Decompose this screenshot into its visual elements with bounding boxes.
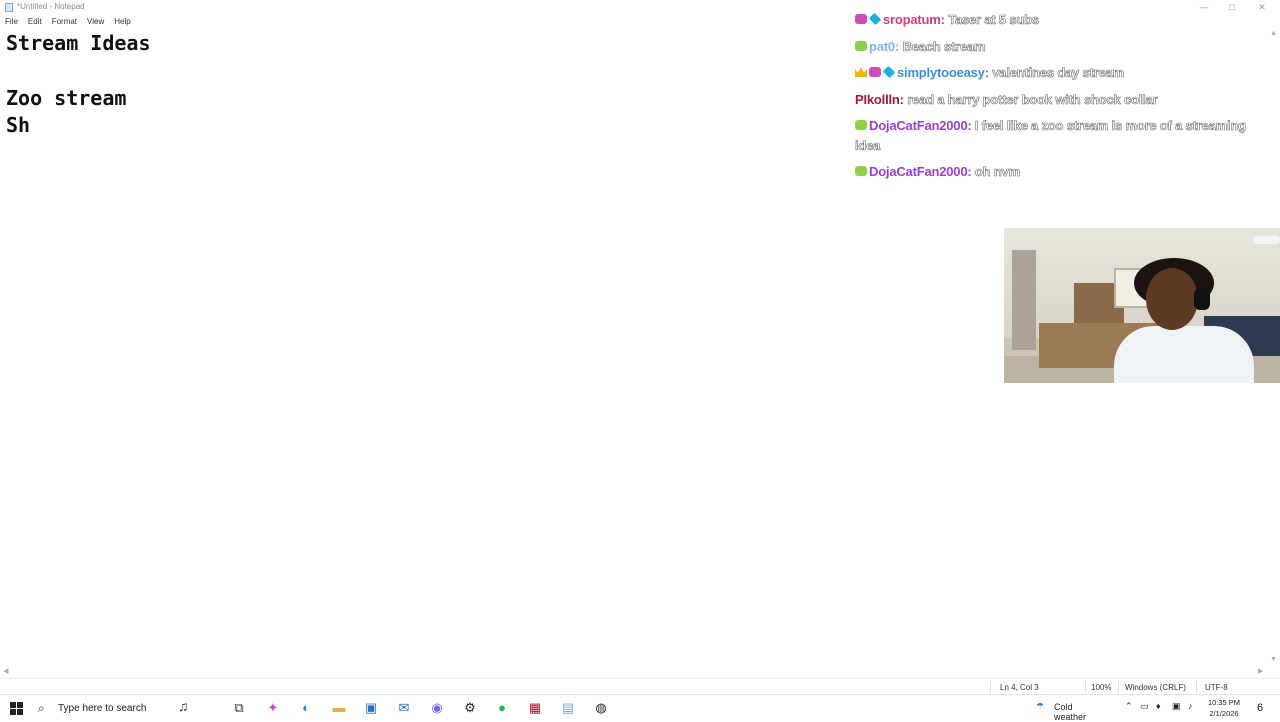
chat-colon: : (967, 118, 972, 133)
chat-message: PIkollln: read a harry potter book with … (855, 90, 1250, 110)
streamer-body (1114, 326, 1254, 383)
menu-format[interactable]: Format (52, 15, 77, 28)
menu-view[interactable]: View (87, 15, 104, 28)
status-bar: Ln 4, Col 3 100% Windows (CRLF) UTF-8 (0, 678, 1280, 694)
chat-message: DojaCatFan2000: I feel like a zoo stream… (855, 116, 1250, 155)
outlook-icon[interactable]: ✉ (396, 700, 412, 716)
webcam-door (1012, 250, 1036, 350)
winrar-icon[interactable]: ▦ (527, 700, 543, 716)
network-icon[interactable]: ▣ (1172, 701, 1181, 712)
windows-logo-icon (17, 702, 23, 708)
search-placeholder: Type here to search (58, 702, 147, 714)
chat-text: Beach stream (902, 39, 986, 55)
chat-text: oh nvm (974, 164, 1021, 180)
discord-icon[interactable]: ◉ (429, 700, 445, 716)
status-divider (1118, 681, 1119, 693)
weather-text[interactable]: Cold weather (1054, 702, 1086, 722)
taskbar: ⌕ Type here to search ♫ ⧉ ✦ ◐ ▬ ▣ ✉ ◉ ⚙ … (0, 694, 1280, 722)
status-divider (990, 681, 991, 693)
weather-icon: ☂ (1036, 701, 1045, 711)
scroll-down-icon[interactable]: ▼ (1270, 656, 1277, 663)
chat-colon: : (894, 39, 900, 54)
scroll-up-icon[interactable]: ▲ (1270, 30, 1277, 37)
line-ending: Windows (CRLF) (1125, 683, 1186, 692)
chat-message: simplytooeasy: valentines day stream (855, 63, 1250, 83)
notification-center-icon[interactable]: 6 (1252, 700, 1268, 716)
chat-colon: : (940, 12, 945, 27)
chat-message: DojaCatFan2000: oh nvm (855, 162, 1250, 182)
chat-username: sropatum (883, 12, 941, 27)
chat-text: Taser at 5 subs (948, 12, 1040, 28)
gem-badge-icon (868, 12, 882, 26)
chat-message: sropatum: Taser at 5 subs (855, 10, 1250, 30)
notepad-app-icon (5, 3, 13, 12)
cursor-position: Ln 4, Col 3 (1000, 683, 1039, 692)
status-divider (1085, 681, 1086, 693)
spotify-icon[interactable]: ● (494, 700, 510, 716)
encoding: UTF-8 (1205, 683, 1228, 692)
obs-icon[interactable]: ◍ (593, 700, 609, 716)
copilot-icon[interactable]: ✦ (265, 700, 281, 716)
streamer-head (1146, 268, 1198, 330)
menu-bar: File Edit Format View Help (0, 15, 141, 28)
text-editor[interactable]: Stream Ideas Zoo stream Sh (6, 30, 846, 665)
notification-count: 6 (1256, 702, 1264, 714)
edge-icon[interactable]: ◐ (298, 700, 314, 716)
chat-username: DojaCatFan2000 (869, 118, 968, 133)
display-icon[interactable]: ▭ (1140, 701, 1149, 712)
notepad-icon[interactable]: ▤ (560, 700, 576, 716)
window-title: *Untitled - Notepad (17, 2, 85, 11)
start-button[interactable] (8, 700, 24, 716)
editor-line: Sh (6, 112, 31, 137)
gem-badge-icon (882, 65, 896, 79)
close-button[interactable]: ✕ (1248, 1, 1276, 13)
taskbar-search-box[interactable]: ⌕ Type here to search ♫ (32, 698, 222, 718)
chat-username: DojaCatFan2000 (869, 164, 968, 179)
status-divider (1196, 681, 1197, 693)
zoom-level: 100% (1091, 683, 1112, 692)
search-highlight-icon: ♫ (178, 698, 189, 714)
chat-text: read a harry potter book with shock coll… (907, 92, 1158, 108)
volume-icon[interactable]: ♪ (1188, 701, 1193, 711)
chat-message: pat0: Beach stream (855, 37, 1250, 57)
chat-username: pat0 (869, 39, 895, 54)
clock-time: 10:35 PM (1207, 698, 1241, 707)
chat-username: PIkollln (855, 92, 900, 107)
sub-badge-icon (869, 67, 881, 78)
sub-badge-icon (855, 41, 867, 52)
headset-icon (1194, 288, 1210, 310)
ceiling-fan (1254, 236, 1280, 244)
sub-badge-icon (855, 14, 867, 25)
webcam-feed (1004, 228, 1280, 383)
editor-line: Zoo stream (6, 85, 127, 110)
taskbar-clock[interactable]: 10:35 PM 2/1/2026 (1206, 697, 1242, 719)
task-view-icon[interactable]: ⧉ (231, 700, 247, 716)
clock-date: 2/1/2026 (1209, 709, 1239, 718)
scroll-right-icon[interactable]: ▶ (1258, 667, 1263, 675)
chevron-up-icon[interactable]: ⌃ (1125, 701, 1133, 712)
chat-colon: : (967, 164, 972, 179)
horizontal-scrollbar[interactable]: ◀ ▶ (0, 666, 1268, 678)
chat-colon: : (899, 92, 904, 107)
file-explorer-icon[interactable]: ▬ (331, 700, 347, 716)
store-icon[interactable]: ▣ (363, 700, 379, 716)
editor-line: Stream Ideas (6, 31, 151, 55)
search-icon: ⌕ (38, 701, 45, 715)
steam-icon[interactable]: ⚙ (462, 700, 478, 716)
chat-colon: : (984, 65, 989, 80)
menu-edit[interactable]: Edit (28, 15, 42, 28)
windows-logo-icon (10, 702, 16, 708)
windows-logo-icon (10, 709, 16, 715)
sub-badge-icon (855, 120, 867, 131)
windows-logo-icon (17, 709, 23, 715)
microphone-icon[interactable]: ♦ (1156, 701, 1161, 711)
menu-help[interactable]: Help (114, 15, 130, 28)
chat-text: valentines day stream (992, 65, 1124, 81)
crown-badge-icon (855, 67, 867, 78)
menu-file[interactable]: File (5, 15, 18, 28)
sub-badge-icon (855, 166, 867, 177)
chat-username: simplytooeasy (897, 65, 985, 80)
scroll-left-icon[interactable]: ◀ (3, 667, 8, 675)
